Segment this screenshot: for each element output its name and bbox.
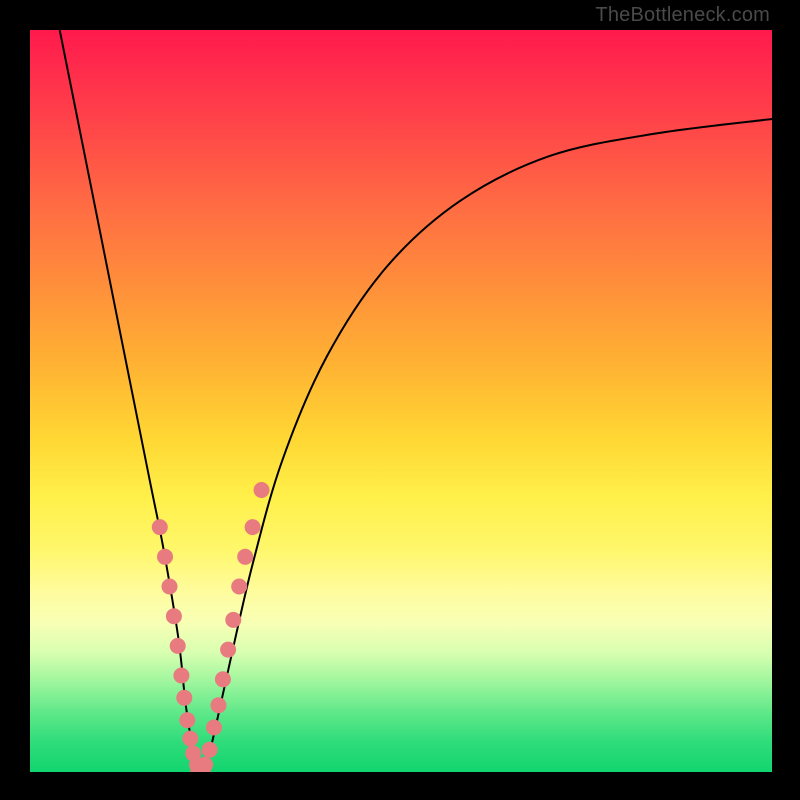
highlight-bead: [152, 519, 168, 535]
highlight-bead: [206, 720, 222, 736]
highlight-bead: [211, 697, 227, 713]
highlight-bead: [231, 579, 247, 595]
attribution-watermark: TheBottleneck.com: [595, 4, 770, 27]
highlight-bead: [220, 642, 236, 658]
highlight-bead: [170, 638, 186, 654]
highlight-bead: [176, 690, 192, 706]
highlight-bead: [162, 579, 178, 595]
highlight-bead: [173, 668, 189, 684]
highlight-bead: [215, 671, 231, 687]
highlight-bead: [202, 742, 218, 758]
highlight-beads-group: [152, 482, 270, 772]
highlight-bead: [179, 712, 195, 728]
chart-overlay-svg: [30, 30, 772, 772]
highlight-bead: [237, 549, 253, 565]
highlight-bead: [225, 612, 241, 628]
highlight-bead: [254, 482, 270, 498]
chart-frame: TheBottleneck.com: [0, 0, 800, 800]
bottleneck-curve: [60, 30, 772, 772]
highlight-bead: [245, 519, 261, 535]
highlight-bead: [157, 549, 173, 565]
highlight-bead: [182, 731, 198, 747]
highlight-bead: [166, 608, 182, 624]
